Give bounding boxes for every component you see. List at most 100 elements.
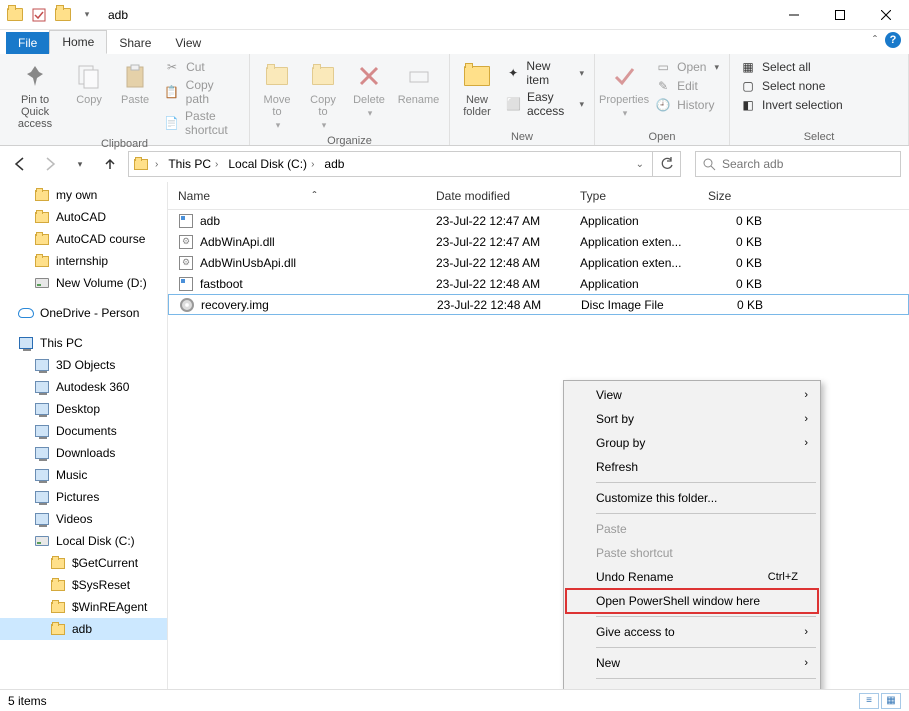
sidebar-item[interactable]: AutoCAD (0, 206, 167, 228)
folder-icon (50, 621, 66, 637)
ctx-group-by[interactable]: Group by› (566, 431, 818, 455)
sidebar-item[interactable]: Music (0, 464, 167, 486)
titlebar: ▾ adb (0, 0, 909, 30)
sidebar-item[interactable]: internship (0, 250, 167, 272)
history-icon: 🕘 (655, 97, 671, 113)
search-input[interactable]: Search adb (695, 151, 901, 177)
column-name[interactable]: Nameˆ (168, 182, 426, 209)
close-button[interactable] (863, 0, 909, 30)
file-row[interactable]: AdbWinUsbApi.dll23-Jul-22 12:48 AMApplic… (168, 252, 909, 273)
column-type[interactable]: Type (570, 182, 698, 209)
folder-icon (54, 6, 72, 24)
delete-button[interactable]: Delete▾ (348, 56, 390, 123)
sidebar: my ownAutoCADAutoCAD courseinternshipNew… (0, 182, 168, 689)
ctx-customize[interactable]: Customize this folder... (566, 486, 818, 510)
folder-icon (50, 577, 66, 593)
ctx-open-powershell[interactable]: Open PowerShell window here (566, 589, 818, 613)
group-label-select: Select (736, 131, 902, 145)
pin-to-quick-access-button[interactable]: Pin to Quick access (6, 56, 64, 134)
rename-button[interactable]: Rename (394, 56, 443, 110)
refresh-button[interactable] (653, 151, 681, 177)
sidebar-item[interactable]: 3D Objects (0, 354, 167, 376)
new-item-button[interactable]: ✦New item▾ (502, 58, 588, 88)
ctx-undo-rename[interactable]: Undo RenameCtrl+Z (566, 565, 818, 589)
ctx-sort-by[interactable]: Sort by› (566, 407, 818, 431)
breadcrumb-thispc[interactable]: This PC› (164, 157, 222, 171)
tab-home[interactable]: Home (49, 30, 107, 54)
help-icon[interactable]: ? (885, 32, 901, 48)
copy-button[interactable]: Copy (68, 56, 110, 110)
context-menu: View› Sort by› Group by› Refresh Customi… (563, 380, 821, 709)
select-all-button[interactable]: ▦Select all (736, 58, 847, 76)
cut-button[interactable]: ✂Cut (160, 58, 243, 76)
paste-button[interactable]: Paste (114, 56, 156, 110)
qat-properties-icon[interactable] (30, 6, 48, 24)
view-details-button[interactable]: ≡ (859, 693, 879, 709)
sidebar-item-onedrive[interactable]: OneDrive - Person (0, 302, 167, 324)
move-to-button[interactable]: Move to▾ (256, 56, 298, 135)
file-row[interactable]: fastboot23-Jul-22 12:48 AMApplication0 K… (168, 273, 909, 294)
minimize-button[interactable] (771, 0, 817, 30)
new-folder-button[interactable]: New folder (456, 56, 498, 122)
invert-selection-button[interactable]: ◧Invert selection (736, 96, 847, 114)
paste-icon (119, 60, 151, 92)
ctx-give-access[interactable]: Give access to› (566, 620, 818, 644)
sidebar-item[interactable]: Local Disk (C:) (0, 530, 167, 552)
sidebar-item[interactable]: Desktop (0, 398, 167, 420)
easy-access-button[interactable]: ⬜Easy access▾ (502, 89, 588, 119)
ctx-view[interactable]: View› (566, 383, 818, 407)
breadcrumb-folder[interactable]: adb (320, 157, 348, 171)
sidebar-item[interactable]: Pictures (0, 486, 167, 508)
ctx-paste[interactable]: Paste (566, 517, 818, 541)
copy-path-button[interactable]: 📋Copy path (160, 77, 243, 107)
sidebar-item[interactable]: Videos (0, 508, 167, 530)
view-large-icons-button[interactable]: ▦ (881, 693, 901, 709)
sidebar-item[interactable]: Documents (0, 420, 167, 442)
sidebar-item[interactable]: $SysReset (0, 574, 167, 596)
file-row[interactable]: recovery.img23-Jul-22 12:48 AMDisc Image… (168, 294, 909, 315)
sidebar-item[interactable]: $WinREAgent (0, 596, 167, 618)
column-headers: Nameˆ Date modified Type Size (168, 182, 909, 210)
tab-view[interactable]: View (163, 32, 213, 54)
file-row[interactable]: AdbWinApi.dll23-Jul-22 12:47 AMApplicati… (168, 231, 909, 252)
edit-button[interactable]: ✎Edit (651, 77, 723, 95)
properties-button[interactable]: Properties▾ (601, 56, 647, 123)
sidebar-item[interactable]: Downloads (0, 442, 167, 464)
qat-dropdown-icon[interactable]: ▾ (78, 6, 96, 24)
ctx-new[interactable]: New› (566, 651, 818, 675)
new-item-icon: ✦ (506, 65, 520, 81)
ctx-refresh[interactable]: Refresh (566, 455, 818, 479)
sidebar-item[interactable]: AutoCAD course (0, 228, 167, 250)
paste-shortcut-button[interactable]: 📄Paste shortcut (160, 108, 243, 138)
file-row[interactable]: adb23-Jul-22 12:47 AMApplication0 KB (168, 210, 909, 231)
ribbon-collapse-icon[interactable]: ˆ (873, 33, 877, 47)
column-size[interactable]: Size (698, 182, 772, 209)
sidebar-item[interactable]: Autodesk 360 (0, 376, 167, 398)
recent-locations-button[interactable]: ▾ (68, 152, 92, 176)
tab-file[interactable]: File (6, 32, 49, 54)
open-button[interactable]: ▭Open▾ (651, 58, 723, 76)
up-button[interactable] (98, 152, 122, 176)
paste-shortcut-icon: 📄 (164, 115, 179, 131)
search-placeholder: Search adb (722, 157, 783, 171)
sidebar-item[interactable]: $GetCurrent (0, 552, 167, 574)
address-bar[interactable]: › This PC› Local Disk (C:)› adb ⌄ (128, 151, 653, 177)
address-dropdown-icon[interactable]: ⌄ (636, 159, 648, 170)
sidebar-item-thispc[interactable]: This PC (0, 332, 167, 354)
history-button[interactable]: 🕘History (651, 96, 723, 114)
copy-path-icon: 📋 (164, 84, 180, 100)
column-date[interactable]: Date modified (426, 182, 570, 209)
sidebar-item[interactable]: my own (0, 184, 167, 206)
maximize-button[interactable] (817, 0, 863, 30)
ctx-paste-shortcut[interactable]: Paste shortcut (566, 541, 818, 565)
tab-share[interactable]: Share (107, 32, 163, 54)
breadcrumb-drive[interactable]: Local Disk (C:)› (224, 157, 318, 171)
sidebar-item[interactable]: adb (0, 618, 167, 640)
ribbon: Pin to Quick access Copy Paste ✂Cut 📋Cop… (0, 54, 909, 146)
back-button[interactable] (8, 152, 32, 176)
sidebar-item[interactable]: New Volume (D:) (0, 272, 167, 294)
select-none-button[interactable]: ▢Select none (736, 77, 847, 95)
forward-button[interactable] (38, 152, 62, 176)
copy-to-button[interactable]: Copy to▾ (302, 56, 344, 135)
dll-icon (178, 255, 194, 271)
